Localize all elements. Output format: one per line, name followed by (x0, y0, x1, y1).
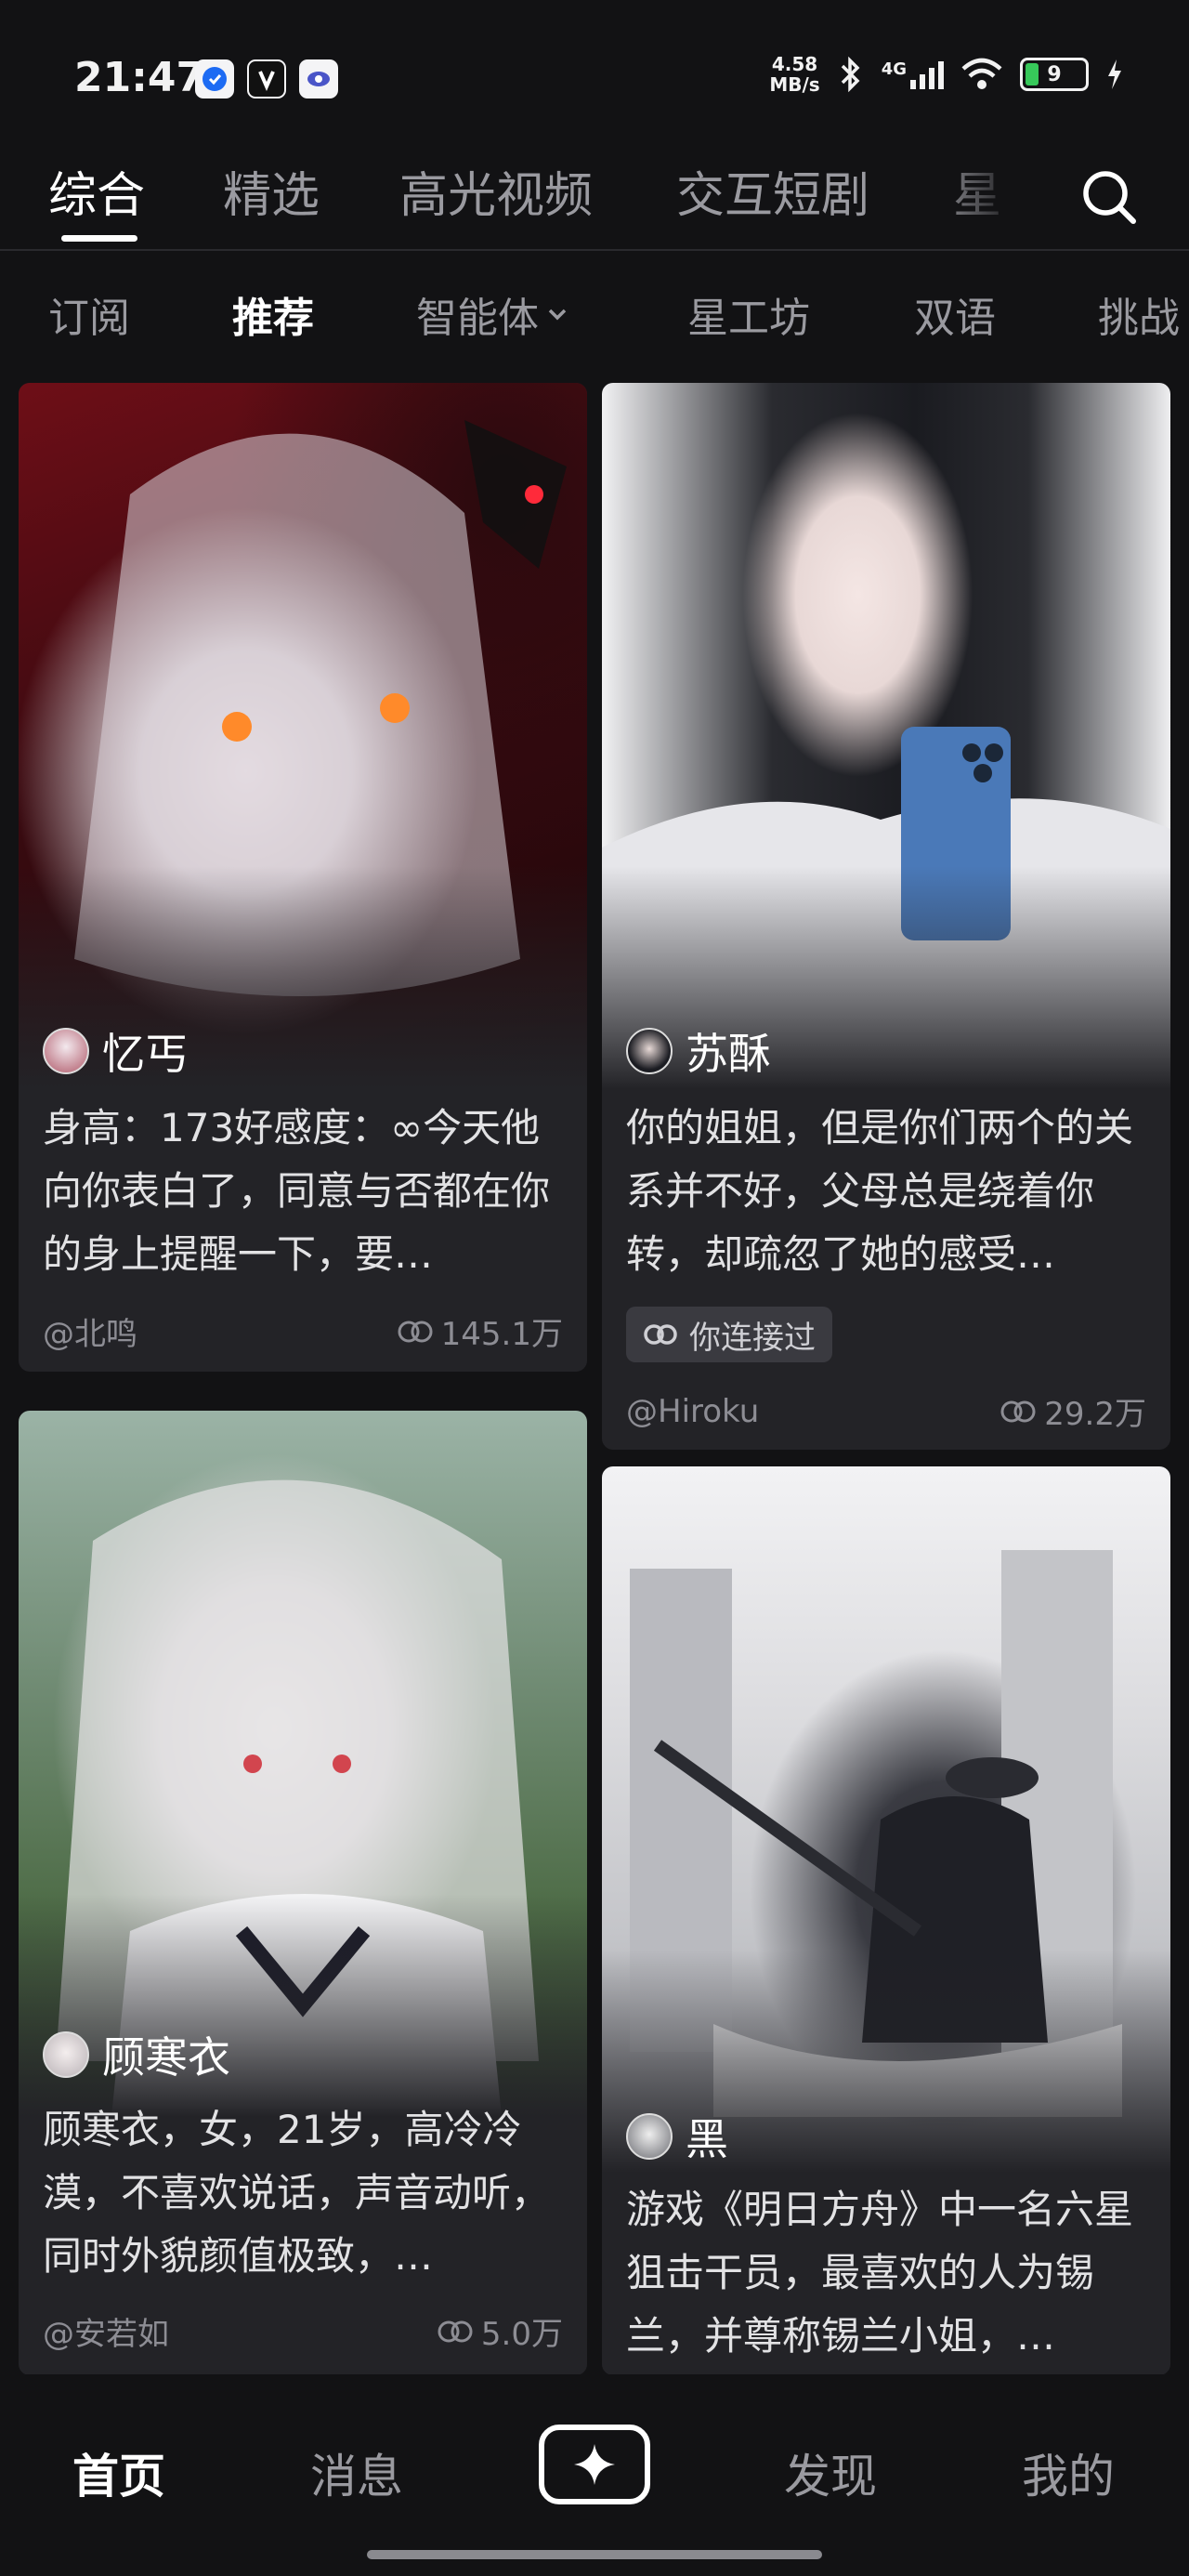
tab-highlight-videos[interactable]: 高光视频 (399, 156, 593, 226)
connected-tag: 你连接过 (626, 1307, 832, 1362)
character-description: 身高：173好感度：∞今天他向你表白了，同意与否都在你的身上提醒一下，要… (43, 1105, 551, 1277)
chevron-down-icon (548, 309, 567, 321)
active-tab-indicator (61, 235, 137, 242)
card-footer: @安若如 5.0万 (43, 2308, 563, 2354)
chat-count-value: 145.1万 (440, 1316, 563, 1353)
chat-count: 145.1万 (397, 1308, 563, 1354)
nav-home[interactable]: 首页 (72, 2439, 165, 2506)
link-icon (644, 1324, 677, 1345)
notification-icons (195, 59, 338, 99)
chat-count-value: 29.2万 (1044, 1396, 1146, 1433)
status-time: 21:47 (74, 54, 205, 101)
chat-count-value: 5.0万 (480, 2316, 563, 2353)
search-icon (1083, 171, 1136, 224)
avatar (626, 2113, 673, 2160)
search-button[interactable] (1070, 158, 1148, 236)
net-speed-unit: MB/s (769, 73, 820, 96)
nav-messages[interactable]: 消息 (310, 2439, 403, 2506)
author[interactable]: @安若如 (43, 2308, 169, 2354)
sub-tab-bar: 订阅 推荐 智能体 星工坊 双语 挑战 (0, 279, 1189, 353)
character-image (19, 383, 587, 1089)
author[interactable]: @北鸣 (43, 1308, 137, 1354)
wifi-icon (961, 58, 1002, 89)
app-notification-icon (195, 59, 234, 99)
subtab-bilingual[interactable]: 双语 (914, 284, 996, 344)
create-button[interactable] (539, 2425, 650, 2504)
cell-signal-icon: 4G (882, 59, 944, 89)
charging-icon (1108, 59, 1121, 89)
avatar (43, 1028, 89, 1074)
bluetooth-icon (841, 56, 860, 93)
battery-level: 9 (1047, 62, 1062, 86)
subtab-agents[interactable]: 智能体 (416, 284, 570, 344)
net-speed-value: 4.58 (771, 53, 818, 75)
bottom-nav: 首页 消息 发现 我的 (0, 2374, 1189, 2576)
link-icon (438, 2320, 473, 2342)
subtab-challenge[interactable]: 挑战 (1098, 284, 1180, 344)
link-icon (1000, 1400, 1036, 1422)
network-type: 4G (881, 59, 907, 79)
subtab-star-workshop[interactable]: 星工坊 (687, 284, 810, 344)
character-name-row: 黑 (626, 2106, 728, 2167)
character-card[interactable]: 忆丐 身高：173好感度：∞今天他向你表白了，同意与否都在你的身上提醒一下，要…… (19, 383, 587, 1372)
character-card[interactable]: 顾寒衣 顾寒衣，女，21岁，高冷冷漠，不喜欢说话，声音动听，同时外貌颜值极致，…… (19, 1411, 587, 2375)
app-notification-icon (299, 59, 338, 99)
subtab-recommend[interactable]: 推荐 (232, 284, 314, 344)
card-footer: @Hiroku 29.2万 (626, 1388, 1146, 1434)
chat-count: 29.2万 (1000, 1388, 1146, 1434)
character-name: 顾寒衣 (102, 2032, 230, 2083)
character-name-row: 顾寒衣 (43, 2024, 230, 2085)
character-name-row: 忆丐 (43, 1020, 188, 1082)
nav-me[interactable]: 我的 (1022, 2439, 1115, 2506)
status-bar: 21:47 4.58 MB/s 4G 9 (0, 0, 1189, 139)
status-indicators: 4.58 MB/s 4G 9 (769, 54, 1124, 95)
character-image (602, 383, 1170, 1089)
tab-interactive-drama[interactable]: 交互短剧 (676, 156, 869, 226)
character-name: 忆丐 (102, 1029, 188, 1079)
character-description: 你的姐姐，但是你们两个的关系并不好，父母总是绕着你转，却疏忽了她的感受… (626, 1105, 1134, 1277)
chat-count: 5.0万 (437, 2308, 563, 2354)
link-icon (398, 1321, 433, 1342)
character-name: 苏酥 (686, 1029, 771, 1079)
tab-comprehensive[interactable]: 综合 (48, 156, 145, 226)
sparkle-icon (574, 2444, 615, 2485)
character-card[interactable]: 苏酥 你的姐姐，但是你们两个的关系并不好，父母总是绕着你转，却疏忽了她的感受… … (602, 383, 1170, 1450)
net-speed: 4.58 MB/s (769, 54, 819, 95)
character-image (19, 1411, 587, 2117)
battery-icon: 9 (1020, 58, 1089, 91)
nav-discover[interactable]: 发现 (784, 2439, 877, 2506)
character-card[interactable]: 黑 游戏《明日方舟》中一名六星狙击干员，最喜欢的人为锡兰，并尊称锡兰小姐，… (602, 1466, 1170, 2375)
card-footer: @北鸣 145.1万 (43, 1308, 563, 1354)
character-description: 游戏《明日方舟》中一名六星狙击干员，最喜欢的人为锡兰，并尊称锡兰小姐，… (626, 2187, 1134, 2359)
top-tab-bar: 综合 精选 高光视频 交互短剧 星 (0, 149, 1189, 251)
character-name-row: 苏酥 (626, 1020, 771, 1082)
character-image (602, 1466, 1170, 2173)
author[interactable]: @Hiroku (626, 1393, 759, 1430)
subtab-agents-label: 智能体 (416, 295, 539, 342)
home-indicator (367, 2550, 822, 2559)
connected-tag-label: 你连接过 (689, 1319, 816, 1357)
character-name: 黑 (686, 2114, 728, 2164)
character-description: 顾寒衣，女，21岁，高冷冷漠，不喜欢说话，声音动听，同时外貌颜值极致，… (43, 2107, 551, 2279)
avatar (626, 1028, 673, 1074)
avatar (43, 2031, 89, 2078)
tab-featured[interactable]: 精选 (223, 156, 320, 226)
subtab-subscribe[interactable]: 订阅 (48, 284, 130, 344)
app-notification-icon (247, 59, 286, 99)
tab-fade (929, 149, 1059, 242)
